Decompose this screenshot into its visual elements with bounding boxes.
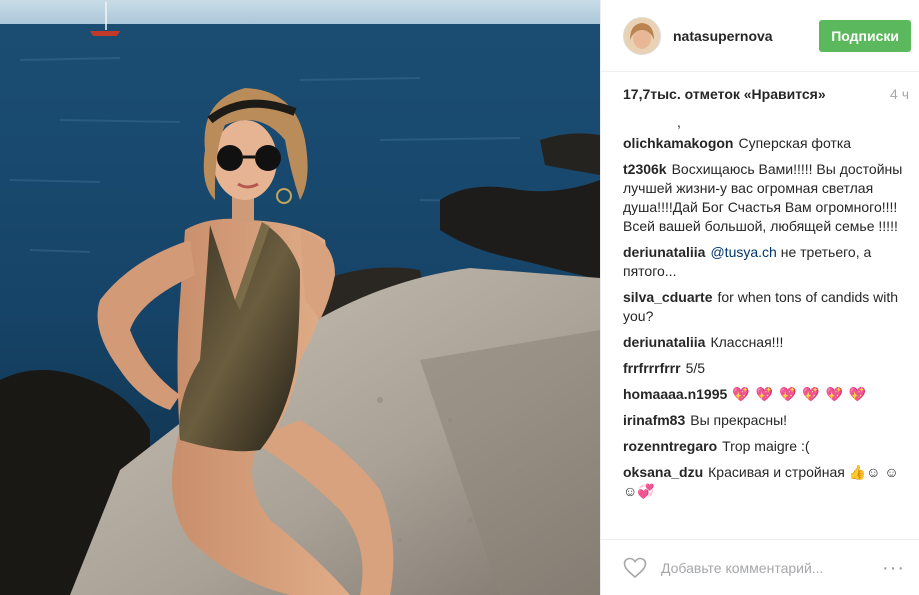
comment-item: irinafm83 Вы прекрасны! [623, 411, 909, 430]
caption-fragment: , [677, 116, 681, 130]
comment-text: Суперская фотка [738, 135, 852, 151]
comment-text: 💖 💖 💖 💖 💖 💖 [732, 386, 868, 402]
heart-outline-icon[interactable] [623, 557, 647, 579]
add-comment-input[interactable] [659, 558, 883, 577]
comment-item: oksana_dzu Красивая и стройная 👍☺ ☺☺💞 [623, 463, 909, 501]
comment-item: rozenntregaro Trop maigre :( [623, 437, 909, 456]
follow-button[interactable]: Подписки [819, 19, 911, 52]
post-photo[interactable] [0, 0, 600, 595]
likes-count[interactable]: 17,7тыс. отметок «Нравится» [623, 86, 826, 102]
comment-author[interactable]: t2306k [623, 161, 667, 177]
comment-item: olichkamakogon Суперская фотка [623, 134, 909, 153]
comment-item: deriunataliia Классная!!! [623, 333, 909, 352]
comment-author[interactable]: rozenntregaro [623, 438, 717, 454]
avatar[interactable] [623, 16, 661, 55]
comment-item: deriunataliia @tusya.ch не третьего, а пя… [623, 243, 909, 281]
post-timestamp[interactable]: 4 ч [890, 86, 909, 102]
post-sidebar: natasupernova Подписки 17,7тыс. отметок … [600, 0, 919, 595]
post-header: natasupernova Подписки [601, 0, 919, 72]
comments-list: , olichkamakogon Суперская фотка t2306k Во… [601, 116, 919, 539]
comment-author[interactable]: deriunataliia [623, 334, 705, 350]
comment-text: Trop maigre :( [722, 438, 810, 454]
comment-author[interactable]: silva_cduarte [623, 289, 713, 305]
comment-text: Вы прекрасны! [690, 412, 788, 428]
comment-item: t2306k Восхищаюсь Вами!!!!! Вы достойны л… [623, 160, 909, 236]
comment-footer: ··· [601, 539, 919, 595]
comment-author[interactable]: frrfrrrfrrr [623, 360, 681, 376]
likes-row: 17,7тыс. отметок «Нравится» 4 ч [601, 72, 919, 116]
comment-author[interactable]: oksana_dzu [623, 464, 703, 480]
comment-text: 5/5 [685, 360, 706, 376]
comment-item: silva_cduarte for when tons of candids wi… [623, 288, 909, 326]
username-link[interactable]: natasupernova [673, 28, 819, 44]
comment-author[interactable]: olichkamakogon [623, 135, 733, 151]
avatar-image [624, 17, 660, 54]
beach-photo-image [0, 0, 600, 595]
comment-text: Классная!!! [710, 334, 784, 350]
comment-item: frrfrrrfrrr 5/5 [623, 359, 909, 378]
comment-author[interactable]: deriunataliia [623, 244, 705, 260]
comment-item: homaaaa.n1995 💖 💖 💖 💖 💖 💖 [623, 385, 909, 404]
comment-author[interactable]: homaaaa.n1995 [623, 386, 727, 402]
comment-author[interactable]: irinafm83 [623, 412, 685, 428]
comment-mention[interactable]: @tusya.ch [710, 244, 776, 260]
instagram-post: natasupernova Подписки 17,7тыс. отметок … [0, 0, 919, 595]
more-options-icon[interactable]: ··· [882, 558, 905, 578]
